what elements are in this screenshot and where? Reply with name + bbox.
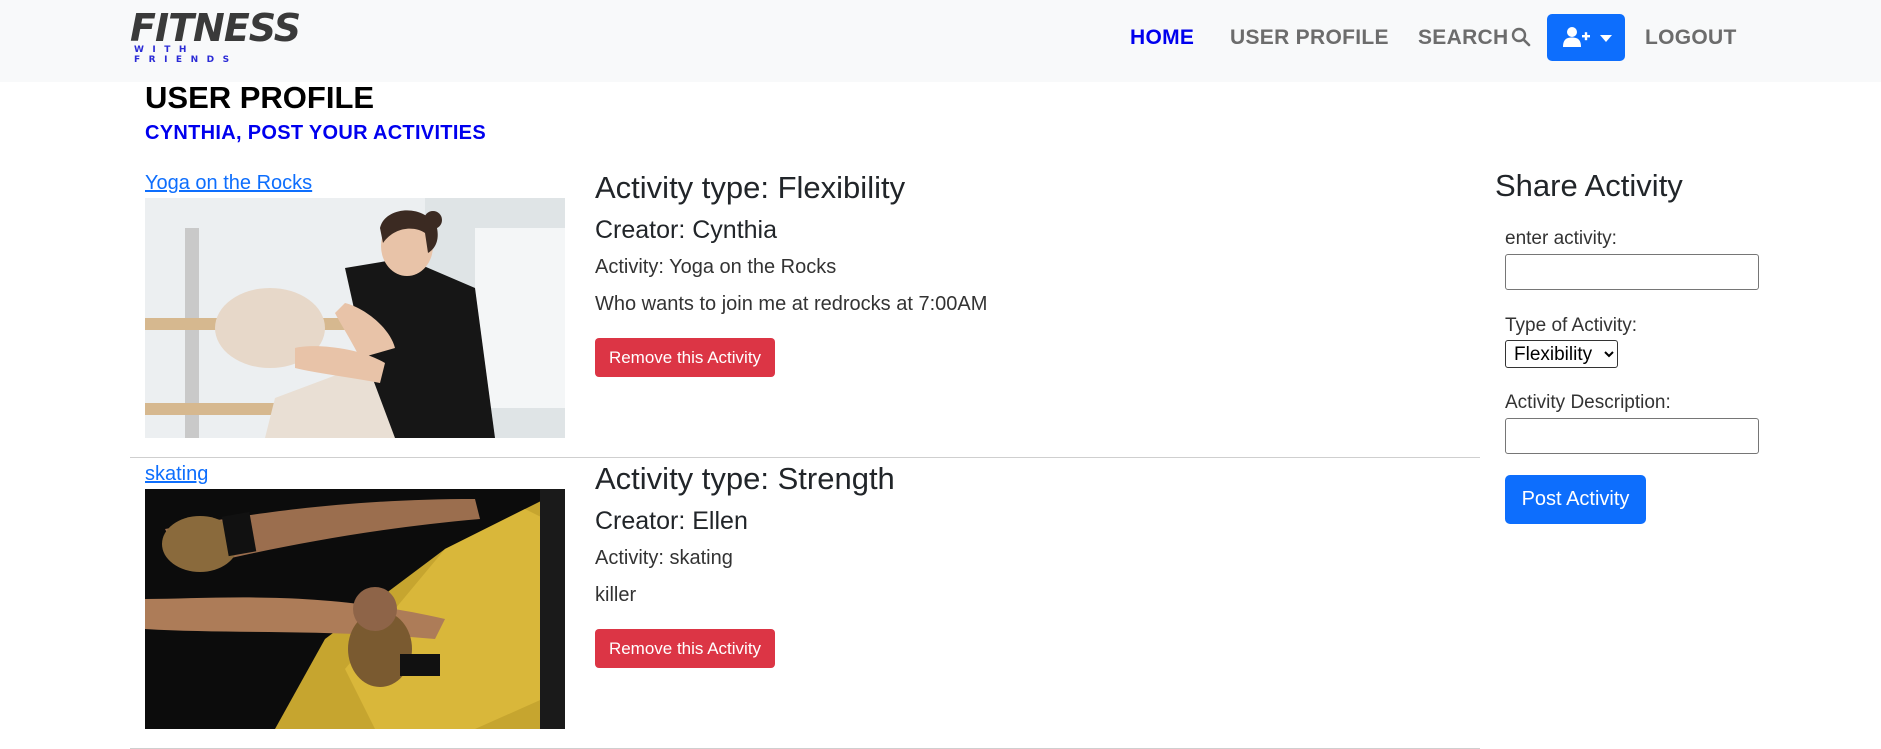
user-menu-dropdown-button[interactable]	[1547, 14, 1625, 61]
activity-type-label: Type of Activity:	[1505, 315, 1637, 336]
user-plus-icon	[1563, 27, 1590, 47]
activity-title-link[interactable]: Yoga on the Rocks	[145, 172, 312, 195]
activity-type: Activity type: Flexibility	[595, 170, 906, 205]
search-icon	[1511, 27, 1531, 47]
activity-description: killer	[595, 584, 637, 606]
activity-creator: Creator: Ellen	[595, 507, 748, 535]
activity-image	[145, 489, 565, 729]
post-activity-button[interactable]: Post Activity	[1505, 475, 1646, 524]
navbar: FITNESS WITH FRIENDS HOME USER PROFILE S…	[0, 0, 1881, 82]
brand-name: FITNESS	[130, 6, 301, 50]
activity-input-label: enter activity:	[1505, 228, 1617, 249]
activity-card: Yoga on the Rocks Activity type: Flexibi…	[130, 166, 1480, 458]
nav-search-link[interactable]: SEARCH	[1418, 26, 1531, 50]
activity-description: Who wants to join me at redrocks at 7:00…	[595, 293, 988, 315]
brand-tagline: WITH FRIENDS	[134, 45, 238, 65]
activity-name: Activity: Yoga on the Rocks	[595, 256, 837, 278]
activity-title-link[interactable]: skating	[145, 463, 208, 486]
nav-user-profile-link[interactable]: USER PROFILE	[1230, 26, 1389, 50]
nav-search-label: SEARCH	[1418, 26, 1509, 49]
page-subtitle: CYNTHIA, POST YOUR ACTIVITIES	[145, 122, 486, 144]
activity-card: skating Activity type: Strength Creator:…	[130, 457, 1480, 749]
activity-input[interactable]	[1505, 254, 1759, 290]
brand-logo[interactable]: FITNESS WITH FRIENDS	[130, 8, 301, 65]
chevron-down-icon	[1600, 35, 1612, 42]
activity-description-label: Activity Description:	[1505, 392, 1671, 413]
activity-name: Activity: skating	[595, 547, 733, 569]
remove-activity-button[interactable]: Remove this Activity	[595, 338, 775, 377]
activity-creator: Creator: Cynthia	[595, 216, 778, 244]
activity-image	[145, 198, 565, 438]
remove-activity-button[interactable]: Remove this Activity	[595, 629, 775, 668]
page-title: USER PROFILE	[145, 80, 375, 115]
nav-logout-link[interactable]: LOGOUT	[1645, 26, 1737, 50]
share-activity-title: Share Activity	[1495, 168, 1683, 203]
activity-type: Activity type: Strength	[595, 461, 895, 496]
activity-description-input[interactable]	[1505, 418, 1759, 454]
nav-home-link[interactable]: HOME	[1130, 26, 1194, 50]
activity-type-select[interactable]: Flexibility	[1505, 340, 1618, 368]
